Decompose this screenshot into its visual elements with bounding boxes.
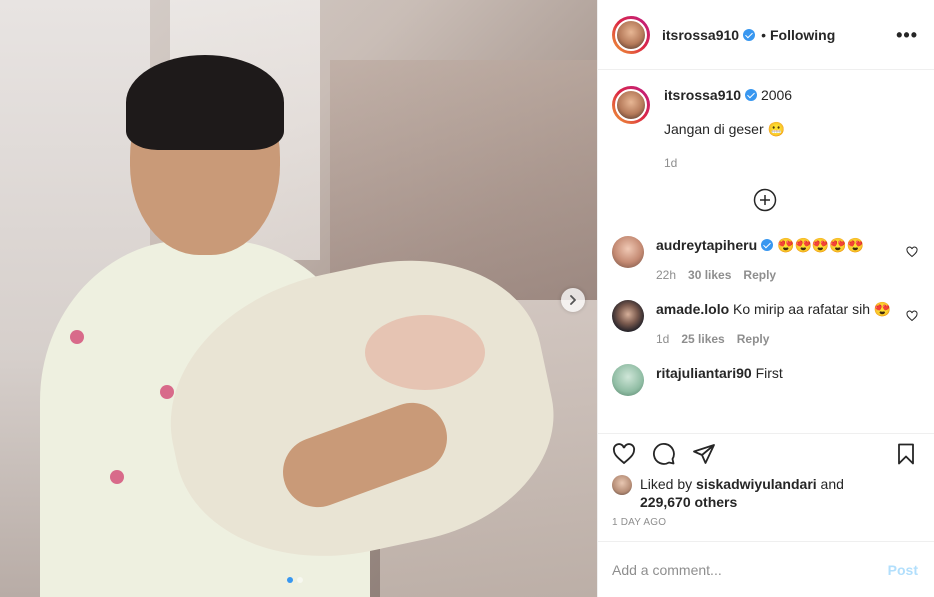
comment-username[interactable]: ritajuliantari90: [656, 365, 752, 381]
comment-item: audreytapiheru 😍😍😍😍😍 22h 30 likes Reply: [612, 236, 918, 284]
liker-username[interactable]: siskadwiyulandari: [696, 476, 817, 492]
commenter-avatar[interactable]: [612, 364, 644, 396]
post-caption: itsrossa910 2006 Jangan di geser 😬 1d: [612, 86, 918, 172]
comment-text: 😍😍😍😍😍: [777, 237, 865, 253]
comment-like-heart-icon[interactable]: [906, 310, 918, 322]
comment-username[interactable]: audreytapiheru: [656, 237, 757, 253]
photo-person-hair: [126, 55, 284, 150]
comment-item: ritajuliantari90 First: [612, 364, 918, 396]
comments-list[interactable]: itsrossa910 2006 Jangan di geser 😬 1d au…: [598, 70, 934, 423]
carousel-dot: [297, 577, 303, 583]
following-button[interactable]: Following: [770, 27, 835, 43]
comment-item: amade.lolo Ko mirip aa rafatar sih 😍 1d …: [612, 300, 918, 348]
comment-reply-button[interactable]: Reply: [737, 330, 770, 348]
header-separator: •: [761, 26, 766, 43]
photo-dress-flower: [70, 330, 84, 344]
photo-dress-flower: [160, 385, 174, 399]
caption-username[interactable]: itsrossa910: [664, 87, 741, 103]
verified-badge-icon: [761, 239, 774, 251]
comment-text: Ko mirip aa rafatar sih 😍: [733, 301, 892, 317]
comment-like-heart-icon[interactable]: [906, 246, 918, 258]
photo-dress-flower: [110, 470, 124, 484]
caption-title: 2006: [760, 87, 793, 103]
like-heart-icon[interactable]: [612, 442, 636, 466]
comment-time[interactable]: 1d: [656, 330, 669, 348]
liker-avatar[interactable]: [612, 475, 632, 495]
load-more-comments-button[interactable]: [612, 188, 918, 212]
commenter-avatar[interactable]: [612, 300, 644, 332]
comment-time[interactable]: 22h: [656, 266, 676, 284]
photo-baby-face: [365, 315, 485, 390]
more-options-icon[interactable]: •••: [896, 26, 918, 44]
caption-time[interactable]: 1d: [664, 154, 677, 172]
author-username[interactable]: itsrossa910: [662, 27, 739, 43]
author-avatar[interactable]: [612, 15, 650, 54]
carousel-next-button[interactable]: [561, 288, 585, 312]
comment-likes[interactable]: 30 likes: [688, 266, 731, 284]
post-header: itsrossa910 • Following •••: [598, 0, 934, 70]
comment-reply-button[interactable]: Reply: [743, 266, 776, 284]
post-comment-button[interactable]: Post: [888, 562, 918, 578]
plus-circle-icon: [753, 188, 777, 212]
post-photo[interactable]: [0, 0, 597, 597]
post-timestamp[interactable]: 1 DAY AGO: [598, 517, 934, 535]
comment-input[interactable]: [612, 561, 888, 578]
likes-prefix: Liked by: [640, 476, 693, 492]
likes-and: and: [820, 476, 844, 492]
comment-bubble-icon[interactable]: [652, 442, 676, 466]
comment-username[interactable]: amade.lolo: [656, 301, 729, 317]
likes-count[interactable]: 229,670 others: [640, 494, 737, 510]
carousel-dot-active: [287, 577, 293, 583]
carousel-indicator: [287, 577, 303, 583]
verified-badge-icon: [743, 28, 756, 41]
comment-text: First: [755, 365, 783, 381]
instagram-post: itsrossa910 • Following ••• itsrossa910 …: [0, 0, 934, 597]
likes-summary: Liked by siskadwiyulandari and 229,670 o…: [598, 475, 934, 511]
post-actions-bar: [598, 433, 934, 473]
caption-text: Jangan di geser 😬: [664, 121, 785, 137]
chevron-right-icon: [570, 295, 576, 305]
comment-likes[interactable]: 25 likes: [681, 330, 724, 348]
verified-badge-icon: [745, 89, 758, 101]
share-paper-plane-icon[interactable]: [692, 442, 716, 466]
add-comment-bar: Post: [598, 541, 934, 597]
save-bookmark-icon[interactable]: [894, 442, 918, 466]
post-side-panel: itsrossa910 • Following ••• itsrossa910 …: [597, 0, 934, 597]
caption-author-avatar[interactable]: [612, 86, 650, 124]
commenter-avatar[interactable]: [612, 236, 644, 268]
